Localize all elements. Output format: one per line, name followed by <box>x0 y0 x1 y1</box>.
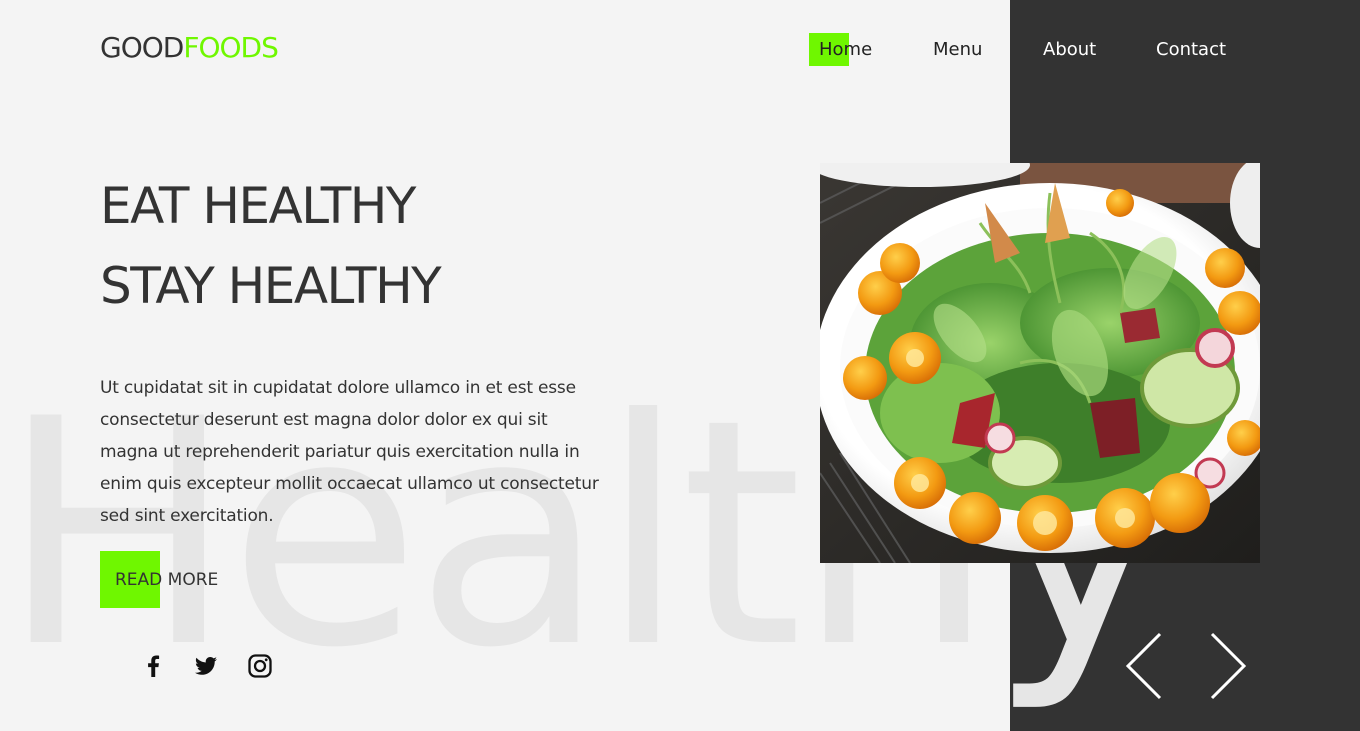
nav-menu[interactable]: Menu <box>933 37 982 62</box>
logo-part-2: FOODS <box>183 31 279 64</box>
facebook-icon[interactable] <box>140 652 168 680</box>
logo-part-1: GOOD <box>100 31 184 64</box>
headline-line-1: EAT HEALTHY <box>100 177 416 235</box>
logo[interactable]: GOODFOODS <box>100 31 279 65</box>
read-more-button[interactable]: READ MORE <box>115 568 218 592</box>
nav-home[interactable]: Home <box>819 37 872 62</box>
twitter-icon[interactable] <box>192 652 220 680</box>
instagram-icon[interactable] <box>246 652 274 680</box>
nav-about[interactable]: About <box>1043 37 1096 62</box>
headline-line-2: STAY HEALTHY <box>100 257 442 315</box>
nav-contact[interactable]: Contact <box>1156 37 1226 62</box>
chevron-left-icon[interactable] <box>1124 632 1164 700</box>
chevron-right-icon[interactable] <box>1208 632 1248 700</box>
hero-description: Ut cupidatat sit in cupidatat dolore ull… <box>100 378 599 526</box>
salad-image <box>820 163 1260 563</box>
